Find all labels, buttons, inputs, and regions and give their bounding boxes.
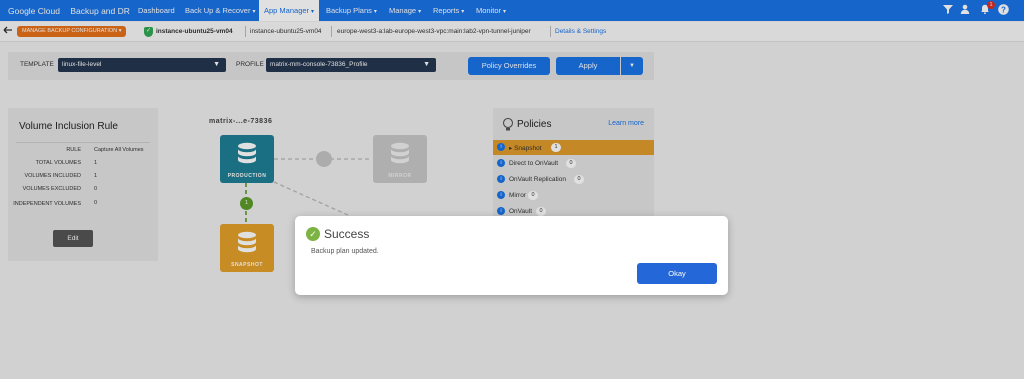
okay-button[interactable]: Okay xyxy=(637,263,717,284)
check-circle-icon: ✓ xyxy=(306,227,320,241)
modal-overlay xyxy=(0,0,1024,379)
dialog-title: Success xyxy=(324,227,370,241)
dialog-message: Backup plan updated. xyxy=(311,248,379,255)
success-dialog: ✓ Success Backup plan updated. Okay xyxy=(295,216,728,295)
